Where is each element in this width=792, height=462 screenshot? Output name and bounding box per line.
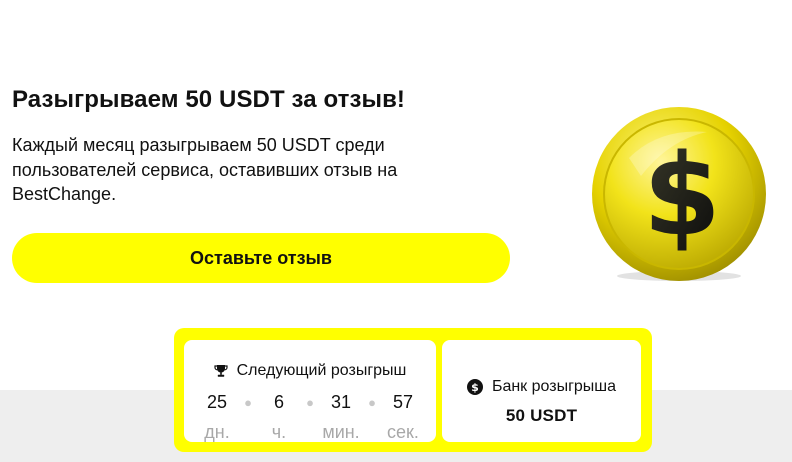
svg-text:$: $ <box>471 381 479 394</box>
countdown-minutes: 31 мин. <box>322 392 360 442</box>
countdown-separator: ● <box>368 395 376 410</box>
giveaway-panel: Следующий розыгрыш 25 дн. ● 6 ч. ● 31 ми… <box>174 328 652 452</box>
leave-review-button[interactable]: Оставьте отзыв <box>12 233 510 283</box>
trophy-icon <box>214 365 228 377</box>
countdown-days: 25 дн. <box>204 392 230 442</box>
countdown-separator: ● <box>244 395 252 410</box>
countdown-separator: ● <box>306 395 314 410</box>
countdown-hours: 6 ч. <box>271 392 287 442</box>
bank-label: Банк розыгрыша <box>491 378 617 395</box>
gold-dollar-coin-illustration: $ <box>592 107 766 281</box>
promo-title: Разыгрываем 50 USDT за отзыв! <box>12 86 406 113</box>
countdown-seconds: 57 сек. <box>387 392 419 442</box>
dollar-coin-icon: $ <box>466 379 483 395</box>
next-draw-label: Следующий розыгрыш <box>236 362 407 379</box>
next-draw-card: Следующий розыгрыш 25 дн. ● 6 ч. ● 31 ми… <box>184 340 436 442</box>
promo-description: Каждый месяц разыгрываем 50 USDT среди п… <box>12 135 398 204</box>
prize-bank-card: $ Банк розыгрыша 50 USDT <box>442 340 641 442</box>
countdown-timer: 25 дн. ● 6 ч. ● 31 мин. ● 57 сек. <box>184 390 436 444</box>
bank-value: 50 USDT <box>505 406 578 425</box>
